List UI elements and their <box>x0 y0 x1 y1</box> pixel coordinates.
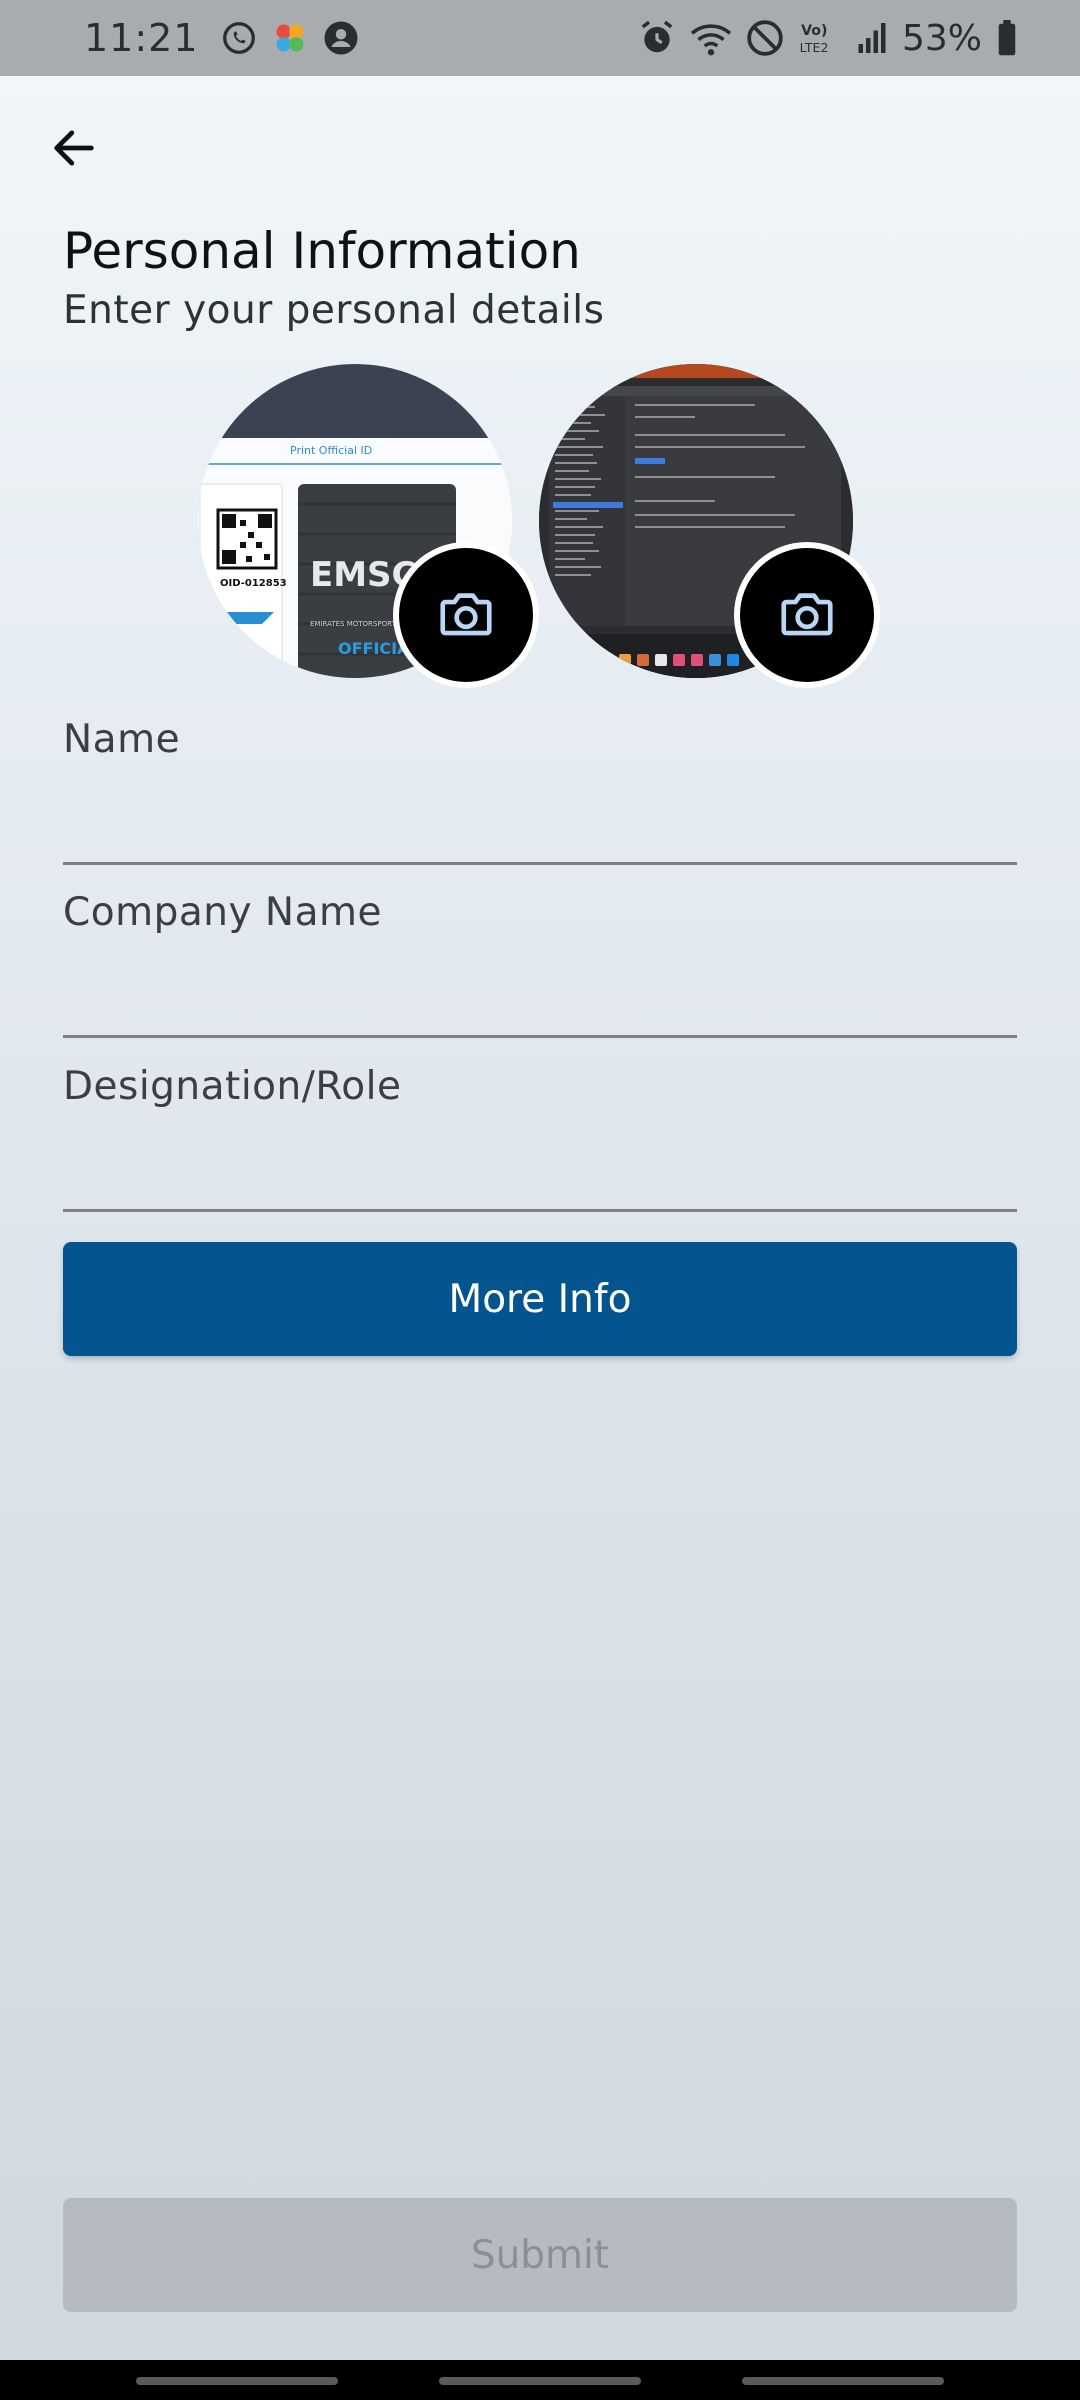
arrow-left-icon <box>54 130 94 166</box>
id-card-header: Print Official ID <box>290 444 372 457</box>
id-card-brand-sub: EMIRATES MOTORSPORTS <box>310 620 401 628</box>
svg-text:Vo): Vo) <box>801 23 827 39</box>
camera-icon <box>781 593 833 636</box>
svg-text:LTE2: LTE2 <box>800 40 829 55</box>
nav-recents-handle[interactable] <box>136 2377 338 2385</box>
nav-back-handle[interactable] <box>742 2377 944 2385</box>
account-icon <box>323 20 359 56</box>
dnd-icon <box>746 19 784 57</box>
status-bar: 11:21 Vo) LTE2 53% <box>0 0 1080 76</box>
alarm-icon <box>638 19 676 57</box>
navigation-bar <box>0 2360 1080 2400</box>
camera-button-1[interactable] <box>393 542 539 688</box>
more-info-button[interactable]: More Info <box>63 1242 1017 1356</box>
back-button[interactable] <box>44 118 104 178</box>
name-label: Name <box>63 717 181 762</box>
camera-button-2[interactable] <box>734 542 880 688</box>
wifi-icon <box>690 19 732 57</box>
page-subtitle: Enter your personal details <box>63 288 605 333</box>
nav-home-handle[interactable] <box>439 2377 641 2385</box>
designation-label: Designation/Role <box>63 1064 402 1109</box>
company-name-input[interactable] <box>63 978 1017 1038</box>
id-number: OID-012853 <box>220 578 287 589</box>
name-input[interactable] <box>63 805 1017 865</box>
signal-icon <box>856 20 888 56</box>
page-title: Personal Information <box>63 222 581 280</box>
app-icon <box>271 19 309 57</box>
status-time: 11:21 <box>84 16 199 60</box>
designation-input[interactable] <box>63 1152 1017 1212</box>
volte-icon: Vo) LTE2 <box>798 19 842 57</box>
battery-icon <box>996 20 1018 56</box>
company-name-label: Company Name <box>63 890 382 935</box>
submit-button[interactable]: Submit <box>63 2198 1017 2312</box>
whatsapp-icon <box>221 20 257 56</box>
camera-icon <box>440 593 492 636</box>
battery-percentage: 53% <box>901 17 982 59</box>
